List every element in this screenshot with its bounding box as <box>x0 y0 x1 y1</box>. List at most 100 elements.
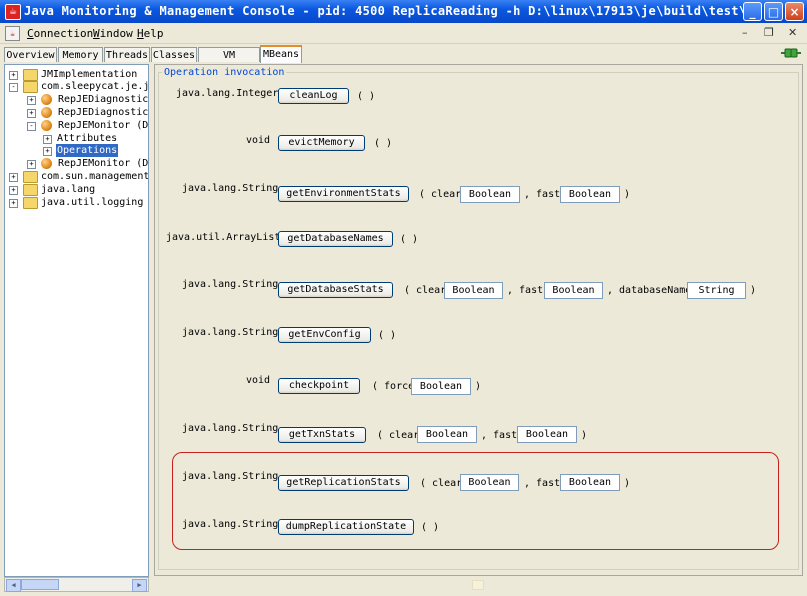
params-text: ( ) <box>378 330 397 341</box>
fast-boolean-field[interactable]: Boolean <box>544 282 603 299</box>
fast-boolean-field[interactable]: Boolean <box>560 474 620 491</box>
fast-boolean-field[interactable]: Boolean <box>560 186 620 203</box>
tree-node-label: java.lang <box>41 184 96 195</box>
menu-bar: ☕ Connection Window Help – ❐ ✕ <box>0 23 807 44</box>
return-type: java.lang.String <box>182 519 279 530</box>
tab-classes[interactable]: Classes <box>151 47 197 62</box>
expand-icon[interactable]: + <box>27 109 36 118</box>
mdi-close-icon[interactable]: ✕ <box>788 26 797 39</box>
expand-icon[interactable]: + <box>43 135 52 144</box>
expand-icon[interactable]: + <box>9 186 18 195</box>
params-text: ) <box>624 189 631 200</box>
params-text: ( clear <box>377 430 420 441</box>
tree-node-label: Operations <box>56 144 119 157</box>
menu-window[interactable]: Window <box>93 27 133 40</box>
getenvironmentstats-button[interactable]: getEnvironmentStats <box>278 186 409 202</box>
expand-icon[interactable]: + <box>27 160 36 169</box>
params-text: ( force <box>372 381 415 392</box>
params-text: ( ) <box>357 91 376 102</box>
tree-node-label: com.sleepycat.je.jmx <box>41 81 149 92</box>
clear-boolean-field[interactable]: Boolean <box>460 474 519 491</box>
cleanlog-button[interactable]: cleanLog <box>278 88 349 104</box>
tree-node-label: RepJEDiagnostics ( <box>58 94 149 105</box>
params-text: ( ) <box>374 138 393 149</box>
java-icon[interactable]: ☕ <box>5 26 20 41</box>
close-button[interactable]: × <box>785 2 804 21</box>
java-icon: ☕ <box>5 4 21 20</box>
params-text: ) <box>581 430 588 441</box>
tab-threads[interactable]: Threads <box>104 47 150 62</box>
getreplicationstats-button[interactable]: getReplicationStats <box>278 475 409 491</box>
mbean-tree[interactable]: + JMImplementation - com.sleepycat.je.jm… <box>4 64 149 577</box>
window-title: Java Monitoring & Management Console - p… <box>24 4 769 18</box>
collapse-icon[interactable]: - <box>9 83 18 92</box>
params-text: ( ) <box>400 234 419 245</box>
scrollbar-thumb[interactable] <box>21 579 59 590</box>
mbean-icon <box>41 107 52 118</box>
maximize-button[interactable]: □ <box>764 2 783 21</box>
tab-memory[interactable]: Memory <box>58 47 103 62</box>
params-text: ( clear <box>420 478 463 489</box>
title-bar: ☕ Java Monitoring & Management Console -… <box>0 0 807 23</box>
tree-node-label: RepJEDiagnostics ( <box>58 107 149 118</box>
params-text: , databaseName <box>607 285 692 296</box>
gettxnstats-button[interactable]: getTxnStats <box>278 427 366 443</box>
return-type: java.util.ArrayList <box>166 232 281 243</box>
minimize-button[interactable]: _ <box>743 2 762 21</box>
return-type: java.lang.String <box>182 327 279 338</box>
return-type: java.lang.String <box>182 471 279 482</box>
params-text: ) <box>624 478 631 489</box>
params-text: , fast <box>524 189 561 200</box>
expand-icon[interactable]: + <box>9 199 18 208</box>
params-text: ) <box>750 285 757 296</box>
getenvconfig-button[interactable]: getEnvConfig <box>278 327 371 343</box>
params-text: ( clear <box>404 285 447 296</box>
collapse-icon[interactable]: - <box>27 122 36 131</box>
params-text: ( clear <box>419 189 462 200</box>
clear-boolean-field[interactable]: Boolean <box>460 186 520 203</box>
menu-connection[interactable]: Connection <box>27 27 93 40</box>
return-type: java.lang.String <box>182 279 279 290</box>
folder-open-icon <box>23 81 38 93</box>
scroll-right-icon[interactable]: ▶ <box>132 579 147 592</box>
expand-icon[interactable]: + <box>9 71 18 80</box>
getdatabasenames-button[interactable]: getDatabaseNames <box>278 231 393 247</box>
tab-vm-summary[interactable]: VM Summary <box>198 47 260 76</box>
mdi-minimize-icon[interactable]: – <box>742 26 748 39</box>
expand-icon[interactable]: + <box>9 173 18 182</box>
folder-icon <box>23 69 38 81</box>
fast-boolean-field[interactable]: Boolean <box>517 426 577 443</box>
params-text: ) <box>475 381 482 392</box>
resize-handle[interactable] <box>472 580 484 590</box>
params-text: , fast <box>481 430 518 441</box>
tab-overview[interactable]: Overview <box>4 47 57 62</box>
dumpreplicationstate-button[interactable]: dumpReplicationState <box>278 519 414 535</box>
tab-mbeans[interactable]: MBeans <box>260 45 302 63</box>
expand-icon[interactable]: + <box>43 147 52 156</box>
tree-horizontal-scrollbar[interactable]: ◀ ▶ <box>4 577 149 592</box>
menu-help[interactable]: Help <box>137 27 164 40</box>
tree-node-label: java.util.logging <box>41 197 144 208</box>
mdi-restore-icon[interactable]: ❐ <box>764 26 774 39</box>
folder-icon <box>23 197 38 209</box>
databasename-string-field[interactable]: String <box>687 282 746 299</box>
params-text: , fast <box>507 285 544 296</box>
folder-icon <box>23 171 38 183</box>
group-title: Operation invocation <box>162 67 287 78</box>
connection-status-icon <box>781 48 801 58</box>
params-text: ( ) <box>421 522 440 533</box>
clear-boolean-field[interactable]: Boolean <box>417 426 477 443</box>
scroll-left-icon[interactable]: ◀ <box>6 579 21 592</box>
folder-icon <box>23 184 38 196</box>
expand-icon[interactable]: + <box>27 96 36 105</box>
checkpoint-button[interactable]: checkpoint <box>278 378 360 394</box>
evictmemory-button[interactable]: evictMemory <box>278 135 365 151</box>
highlight-annotation <box>172 452 779 550</box>
tree-node-label: com.sun.management <box>41 171 149 182</box>
return-type: java.lang.String <box>182 423 279 434</box>
return-type: void <box>246 135 271 146</box>
getdatabasestats-button[interactable]: getDatabaseStats <box>278 282 393 298</box>
clear-boolean-field[interactable]: Boolean <box>444 282 503 299</box>
return-type: java.lang.String <box>182 183 279 194</box>
force-boolean-field[interactable]: Boolean <box>411 378 471 395</box>
